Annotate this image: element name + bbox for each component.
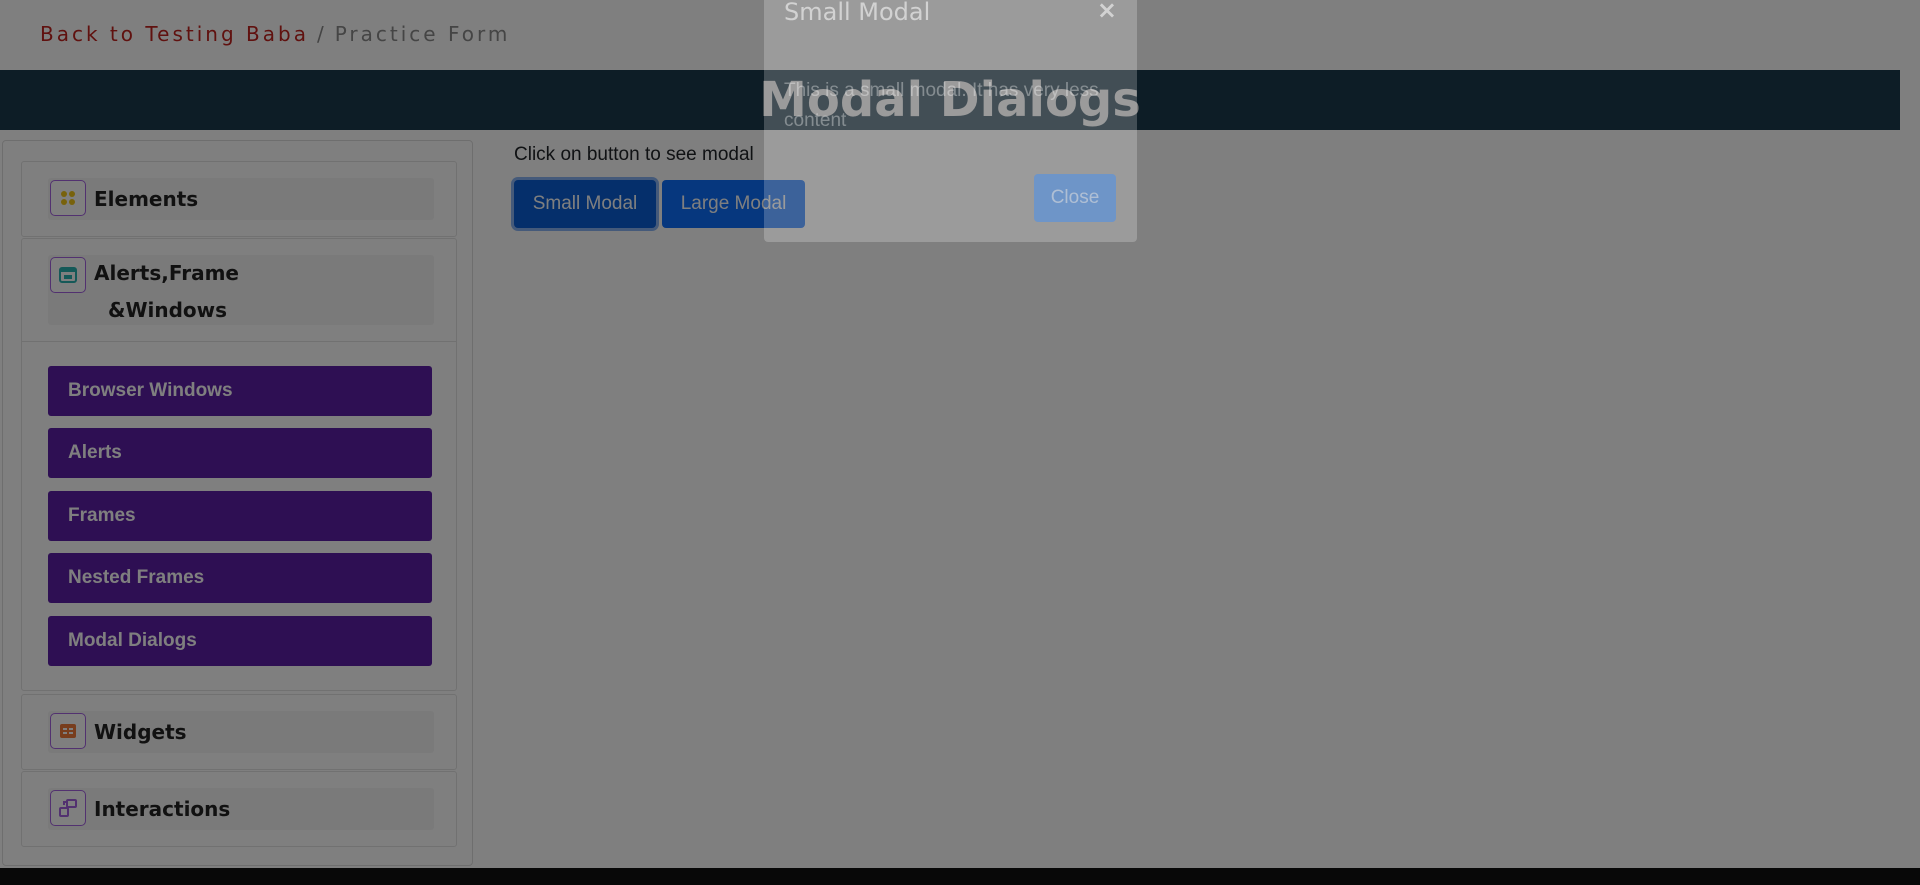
modal-close-button[interactable]: Close bbox=[1034, 174, 1116, 222]
modal-title: Small Modal bbox=[784, 0, 931, 26]
modal-body-text: This is a small modal. It has very less … bbox=[784, 80, 1099, 131]
small-modal-dialog: Small Modal × This is a small modal. It … bbox=[764, 0, 1137, 242]
close-icon[interactable]: × bbox=[1097, 0, 1117, 24]
